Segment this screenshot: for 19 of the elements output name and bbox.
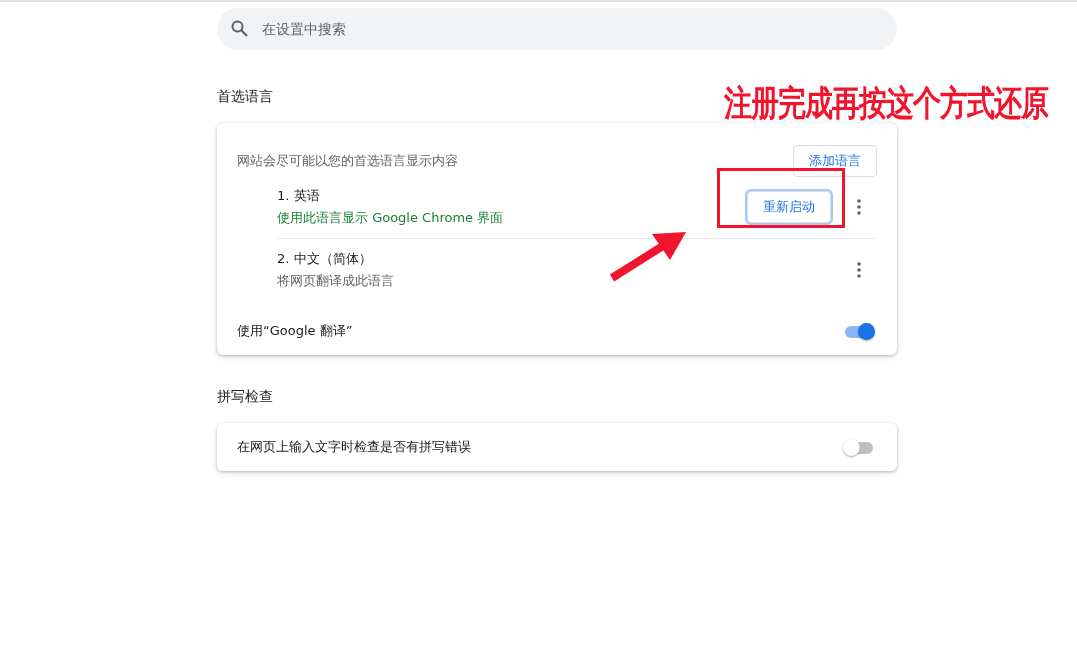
toggle-switch[interactable]: [843, 323, 875, 339]
language-note: 使用此语言显示 Google Chrome 界面: [277, 209, 505, 227]
annotation-text: 注册完成再按这个方式还原: [724, 81, 1048, 126]
language-name: 2. 中文（简体）: [277, 250, 373, 268]
search-field[interactable]: 在设置中搜索: [217, 8, 897, 50]
spellcheck-label: 在网页上输入文字时检查是否有拼写错误: [237, 438, 471, 456]
more-options-icon[interactable]: [857, 262, 861, 278]
search-icon: [231, 20, 248, 37]
language-name: 1. 英语: [277, 187, 321, 205]
translate-label: 使用“Google 翻译”: [237, 322, 353, 340]
section-title: 首选语言: [217, 88, 273, 104]
more-options-icon[interactable]: [857, 199, 861, 215]
section-title: 拼写检查: [217, 388, 273, 404]
add-language-button[interactable]: 添加语言: [793, 145, 877, 177]
restart-button[interactable]: 重新启动: [747, 191, 831, 223]
arrow-icon: [609, 232, 686, 282]
language-note: 将网页翻译成此语言: [277, 272, 395, 290]
languages-description: 网站会尽可能以您的首选语言显示内容: [237, 152, 458, 170]
toggle-switch[interactable]: [843, 439, 875, 455]
